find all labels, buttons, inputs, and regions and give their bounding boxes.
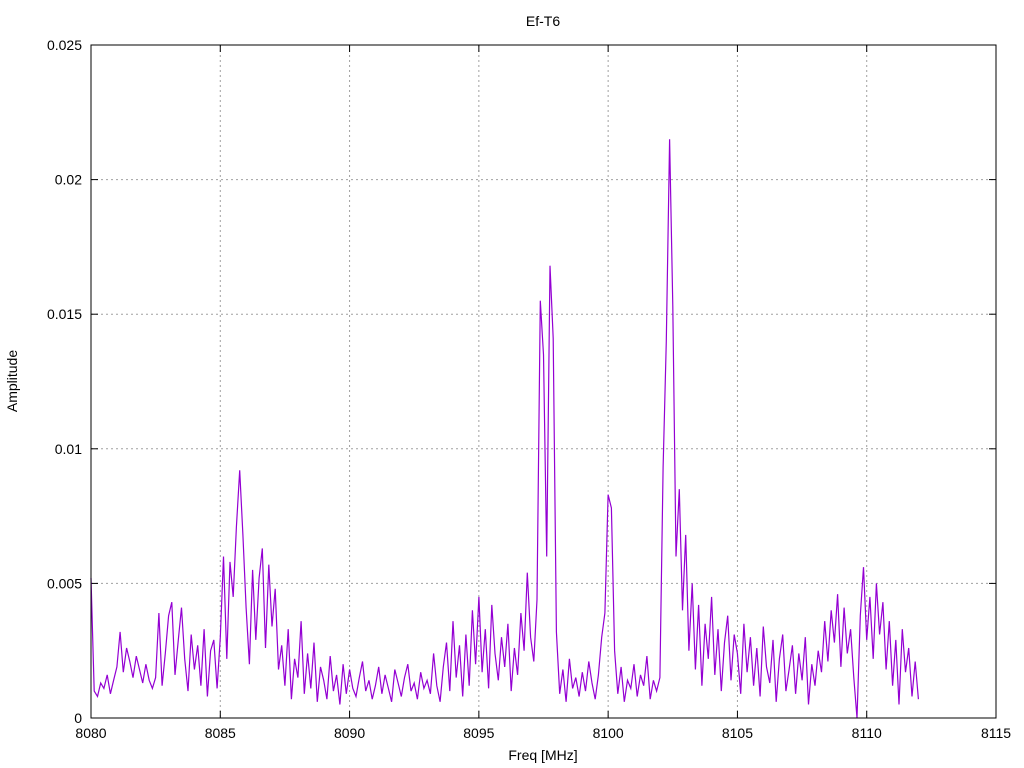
x-tick-label: 8095 <box>463 725 494 741</box>
x-tick-label: 8115 <box>981 725 1011 741</box>
x-tick-label: 8100 <box>593 725 624 741</box>
y-axis-label: Amplitude <box>4 350 20 412</box>
x-tick-label: 8080 <box>75 725 106 741</box>
x-tick-label: 8105 <box>722 725 753 741</box>
x-tick-label: 8090 <box>334 725 365 741</box>
y-tick-label: 0.015 <box>47 306 82 322</box>
x-axis-label: Freq [MHz] <box>508 747 577 763</box>
y-tick-label: 0.02 <box>55 172 82 188</box>
y-tick-label: 0.025 <box>47 37 82 53</box>
y-tick-label: 0.005 <box>47 575 82 591</box>
series-line <box>90 139 919 719</box>
y-tick-label: 0.01 <box>55 441 82 457</box>
chart: Ef-T6 Freq [MHz] Amplitude 8080 8085 8090 8… <box>4 13 1011 763</box>
x-tick-label: 8085 <box>205 725 236 741</box>
series <box>90 139 919 719</box>
chart-title: Ef-T6 <box>526 13 560 29</box>
x-tick-label: 8110 <box>852 725 882 741</box>
y-tick-label: 0 <box>74 710 82 726</box>
